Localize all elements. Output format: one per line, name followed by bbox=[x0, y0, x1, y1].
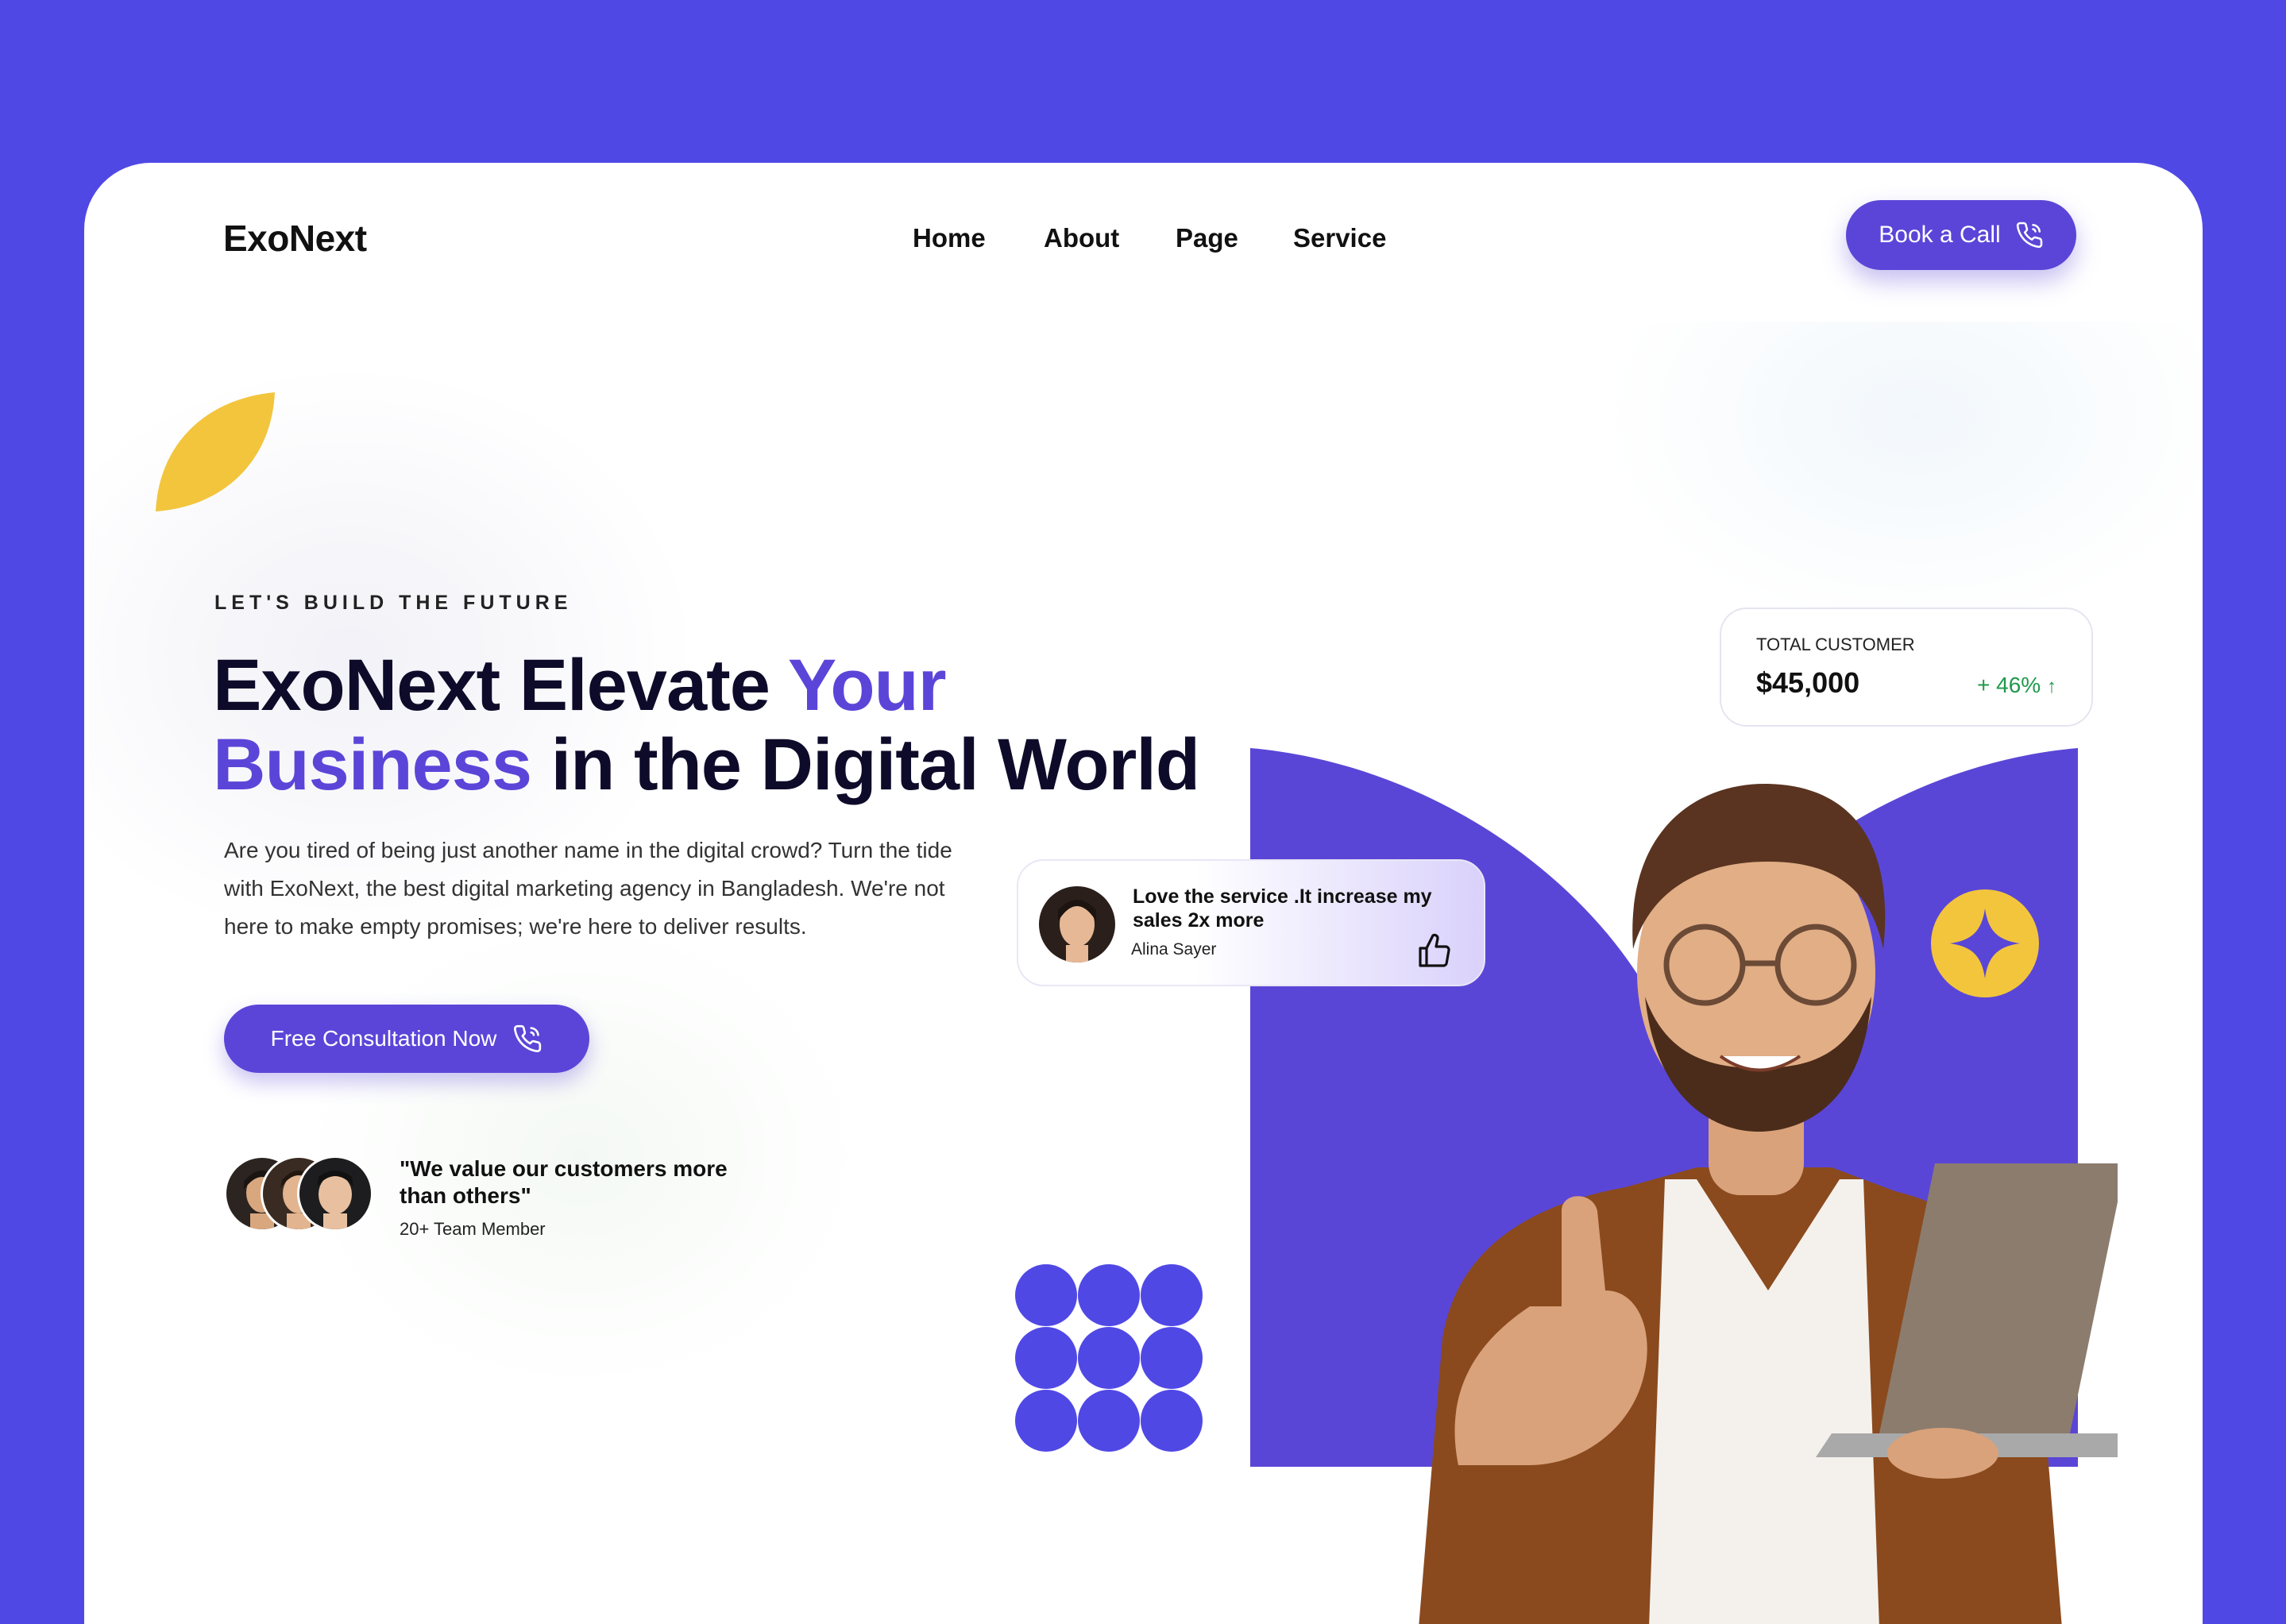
hero-eyebrow: LET'S BUILD THE FUTURE bbox=[214, 592, 573, 614]
hero-headline: ExoNext Elevate Your Business in the Digi… bbox=[213, 646, 1325, 804]
stat-value: $45,000 bbox=[1756, 666, 1860, 699]
phone-icon bbox=[2016, 222, 2042, 249]
testimonial-card: Love the service .It increase my sales 2… bbox=[1017, 859, 1485, 986]
testimonial-author: Alina Sayer bbox=[1131, 940, 1217, 959]
nav-about[interactable]: About bbox=[1044, 223, 1119, 253]
hero-description: Are you tired of being just another name… bbox=[224, 838, 952, 939]
arrow-up-icon: ↑ bbox=[2046, 676, 2056, 697]
nav-service[interactable]: Service bbox=[1293, 223, 1386, 253]
reviewer-avatar bbox=[1039, 886, 1115, 962]
book-a-call-label: Book a Call bbox=[1879, 222, 2001, 248]
stat-change-value: + 46% bbox=[1977, 673, 2041, 697]
leaf-decoration bbox=[156, 392, 275, 511]
total-customer-card: TOTAL CUSTOMER $45,000 + 46% ↑ bbox=[1720, 608, 2093, 727]
book-a-call-button[interactable]: Book a Call bbox=[1846, 200, 2076, 270]
testimonial-text: Love the service .It increase my sales 2… bbox=[1133, 885, 1432, 932]
customer-quote: "We value our customers more than others… bbox=[400, 1156, 728, 1208]
sparkle-star-icon bbox=[1931, 889, 2039, 997]
nav-home[interactable]: Home bbox=[913, 223, 986, 253]
team-count: 20+ Team Member bbox=[400, 1219, 546, 1239]
headline-accent-business: Business bbox=[213, 724, 532, 805]
stat-change: + 46% ↑ bbox=[1977, 673, 2056, 698]
team-avatars bbox=[224, 1155, 375, 1232]
free-consultation-button[interactable]: Free Consultation Now bbox=[224, 1005, 589, 1073]
thumbs-up-icon[interactable] bbox=[1415, 932, 1454, 970]
dots-decoration bbox=[1015, 1264, 1203, 1452]
headline-part-1: ExoNext Elevate bbox=[213, 645, 788, 726]
landing-page-card: ExoNext Home About Page Service Book a C… bbox=[84, 163, 2203, 1624]
headline-part-4: in the Digital World bbox=[531, 724, 1201, 805]
avatar bbox=[297, 1155, 373, 1232]
headline-accent-your: Your bbox=[787, 645, 947, 726]
phone-icon bbox=[514, 1024, 542, 1053]
nav-page[interactable]: Page bbox=[1176, 223, 1238, 253]
free-consultation-label: Free Consultation Now bbox=[270, 1026, 497, 1051]
stat-label: TOTAL CUSTOMER bbox=[1756, 635, 1915, 654]
